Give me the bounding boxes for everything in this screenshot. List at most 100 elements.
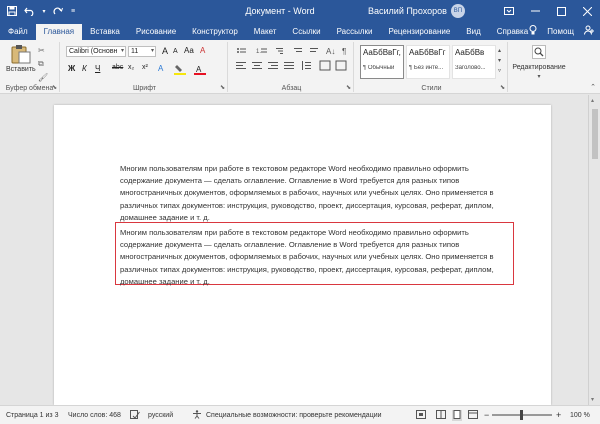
- font-group: Calibri (Основн ▾ 11 ▾ A A Aa A Ж К Ч ab…: [62, 42, 228, 92]
- tab-layout[interactable]: Макет: [246, 24, 285, 40]
- ribbon-tabs: Файл Главная Вставка Рисование Конструкт…: [0, 22, 600, 40]
- print-layout-icon[interactable]: [452, 409, 462, 421]
- bold-button[interactable]: Ж: [68, 64, 75, 73]
- window-controls: [496, 0, 600, 22]
- zoom-out-button[interactable]: −: [484, 410, 489, 420]
- customize-qat-icon[interactable]: ≡: [68, 3, 78, 19]
- underline-button[interactable]: Ч: [95, 64, 100, 73]
- tell-me-label[interactable]: Помощ: [547, 27, 574, 36]
- clipboard-group: Вставить ✂ ⧉ 🖌 Буфер обмена ⬊: [0, 42, 60, 92]
- account-area[interactable]: Василий Прохоров ВП: [368, 0, 465, 22]
- zoom-level[interactable]: 100 %: [570, 412, 590, 419]
- quick-access-toolbar: ▾ ≡: [0, 3, 78, 19]
- style-normal[interactable]: АаБбВвГг, ¶ Обычный: [360, 45, 404, 79]
- maximize-icon[interactable]: [548, 0, 574, 22]
- paragraph-2[interactable]: Многим пользователям при работе в тексто…: [120, 227, 510, 288]
- minimize-icon[interactable]: [522, 0, 548, 22]
- scroll-up-icon[interactable]: ▴: [591, 97, 594, 104]
- collapse-ribbon-icon[interactable]: ⌃: [590, 83, 596, 91]
- save-icon[interactable]: [4, 3, 20, 19]
- copy-icon[interactable]: ⧉: [38, 59, 48, 69]
- tab-mailings[interactable]: Рассылки: [329, 24, 381, 40]
- focus-mode-icon[interactable]: [416, 409, 426, 421]
- svg-text:A↓: A↓: [326, 47, 335, 56]
- window-title: Документ - Word: [245, 6, 315, 16]
- format-painter-icon[interactable]: 🖌: [38, 73, 48, 82]
- paste-button-label[interactable]: Вставить: [6, 66, 36, 73]
- editing-group[interactable]: Редактирование ▾: [510, 42, 568, 92]
- font-name-combo[interactable]: Calibri (Основн ▾: [66, 46, 126, 57]
- style-heading[interactable]: АаБбВв Заголово...: [452, 45, 496, 79]
- paste-icon[interactable]: [10, 44, 32, 64]
- tab-design[interactable]: Конструктор: [184, 24, 246, 40]
- paragraph-group-label: Абзац: [281, 85, 302, 92]
- status-bar: Страница 1 из 3 Число слов: 468 русский …: [0, 405, 600, 424]
- chevron-down-icon: ▾: [537, 74, 541, 80]
- subscript-button[interactable]: x₂: [128, 64, 134, 71]
- language-label[interactable]: русский: [148, 412, 173, 419]
- tab-home[interactable]: Главная: [35, 24, 83, 40]
- strikethrough-button[interactable]: abc: [112, 64, 123, 71]
- font-name-value: Calibri (Основн: [69, 48, 118, 55]
- scrollbar-thumb[interactable]: [592, 109, 598, 159]
- svg-text:¶: ¶: [342, 47, 346, 56]
- font-size-combo[interactable]: 11 ▾: [128, 46, 156, 57]
- styles-group: АаБбВвГг, ¶ Обычный АаБбВвГг ¶ Без инте.…: [356, 42, 508, 92]
- avatar: ВП: [450, 4, 465, 18]
- paragraph-1[interactable]: Многим пользователям при работе в тексто…: [120, 163, 510, 224]
- undo-icon[interactable]: [22, 3, 38, 19]
- style-no-spacing[interactable]: АаБбВвГг ¶ Без инте...: [406, 45, 450, 79]
- accessibility-status[interactable]: Специальные возможности: проверьте реком…: [206, 412, 382, 419]
- tab-references[interactable]: Ссылки: [284, 24, 328, 40]
- font-color-icon[interactable]: A: [194, 64, 206, 77]
- chevron-up-icon[interactable]: ▴: [498, 46, 501, 56]
- style-sample: АаБбВв: [455, 48, 485, 57]
- tab-view[interactable]: Вид: [458, 24, 488, 40]
- superscript-button[interactable]: x²: [142, 64, 148, 71]
- ribbon: Вставить ✂ ⧉ 🖌 Буфер обмена ⬊ Calibri (О…: [0, 40, 600, 94]
- italic-button[interactable]: К: [82, 64, 87, 73]
- clipboard-launcher-icon[interactable]: ⬊: [52, 84, 57, 91]
- vertical-scrollbar[interactable]: ▴ ▾: [588, 95, 600, 405]
- clear-formatting-button[interactable]: A: [200, 46, 205, 55]
- zoom-slider-thumb[interactable]: [520, 410, 523, 420]
- share-icon[interactable]: [584, 25, 594, 37]
- shrink-font-button[interactable]: A: [173, 48, 178, 55]
- read-mode-icon[interactable]: [436, 409, 446, 421]
- style-sample: АаБбВвГг: [409, 48, 446, 57]
- undo-dropdown-icon[interactable]: ▾: [40, 3, 48, 19]
- tab-review[interactable]: Рецензирование: [381, 24, 459, 40]
- style-sample: АаБбВвГг,: [363, 48, 401, 57]
- chevron-down-icon[interactable]: ▾: [498, 56, 501, 66]
- document-page[interactable]: Многим пользователям при работе в тексто…: [54, 105, 551, 405]
- clipboard-small-buttons: ✂ ⧉ 🖌: [38, 46, 48, 82]
- tab-insert[interactable]: Вставка: [82, 24, 128, 40]
- web-layout-icon[interactable]: [468, 409, 478, 421]
- lightbulb-icon[interactable]: [529, 25, 537, 37]
- change-case-button[interactable]: Aa: [184, 46, 194, 55]
- text-effects-button[interactable]: A: [158, 64, 163, 73]
- ribbon-display-options-icon[interactable]: [496, 0, 522, 22]
- styles-scroll[interactable]: ▴ ▾ ▿: [498, 46, 501, 76]
- highlight-icon[interactable]: [174, 64, 186, 77]
- word-window: ▾ ≡ Документ - Word Василий Прохоров ВП: [0, 0, 600, 424]
- accessibility-icon[interactable]: [192, 409, 202, 421]
- grow-font-button[interactable]: A: [162, 46, 168, 56]
- clipboard-group-label: Буфер обмена: [5, 85, 54, 92]
- tab-file[interactable]: Файл: [0, 24, 36, 40]
- zoom-in-button[interactable]: +: [556, 410, 561, 420]
- more-styles-icon[interactable]: ▿: [498, 66, 501, 76]
- styles-launcher-icon[interactable]: ⬊: [500, 84, 505, 91]
- tab-draw[interactable]: Рисование: [128, 24, 184, 40]
- scroll-down-icon[interactable]: ▾: [591, 396, 594, 403]
- redo-icon[interactable]: [50, 3, 66, 19]
- proofing-icon[interactable]: [130, 409, 140, 421]
- paragraph-icons[interactable]: 1. A↓ ¶: [230, 44, 354, 80]
- word-count[interactable]: Число слов: 468: [68, 412, 121, 419]
- paragraph-launcher-icon[interactable]: ⬊: [346, 84, 351, 91]
- page-count[interactable]: Страница 1 из 3: [6, 412, 58, 419]
- close-icon[interactable]: [574, 0, 600, 22]
- cut-icon[interactable]: ✂: [38, 46, 48, 55]
- chevron-down-icon: ▾: [120, 48, 124, 54]
- font-launcher-icon[interactable]: ⬊: [220, 84, 225, 91]
